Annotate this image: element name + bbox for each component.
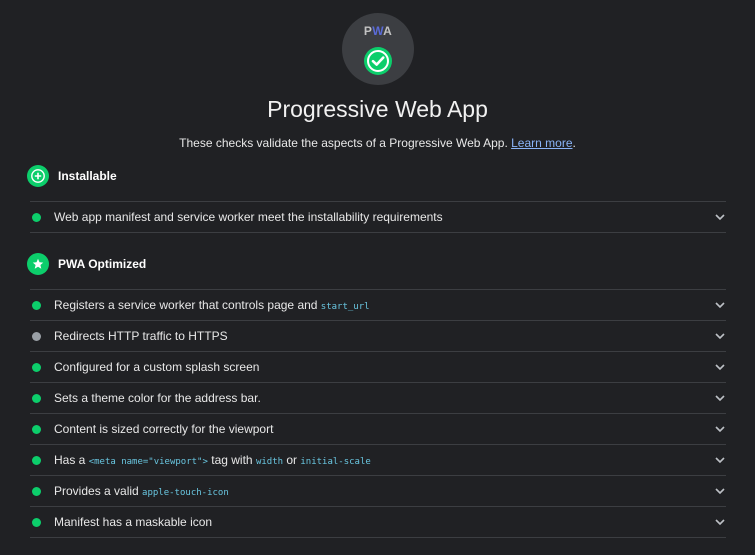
group-label-installable: Installable bbox=[58, 169, 117, 183]
audit-title: Provides a valid apple-touch-icon bbox=[54, 484, 229, 498]
installable-audit-list: Web app manifest and service worker meet… bbox=[30, 201, 726, 233]
audit-title: Web app manifest and service worker meet… bbox=[54, 210, 443, 224]
chevron-down-icon[interactable] bbox=[714, 393, 726, 403]
star-icon bbox=[27, 253, 49, 275]
pass-indicator bbox=[32, 362, 41, 372]
pass-indicator bbox=[32, 486, 41, 496]
audit-text: tag with bbox=[207, 453, 256, 467]
audit-text: Provides a valid bbox=[54, 484, 143, 498]
audit-title: Redirects HTTP traffic to HTTPS bbox=[54, 329, 228, 343]
pass-indicator bbox=[32, 424, 41, 434]
group-header-installable: Installable bbox=[27, 164, 117, 188]
group-label-pwa-optimized: PWA Optimized bbox=[58, 257, 147, 271]
audit-title: Configured for a custom splash screen bbox=[54, 360, 260, 374]
audit-text: Has a bbox=[54, 453, 89, 467]
learn-more-link[interactable]: Learn more bbox=[511, 136, 572, 150]
pwa-logo-letter-p: P bbox=[363, 24, 373, 38]
audit-title: Registers a service worker that controls… bbox=[54, 298, 370, 312]
audit-code: initial-scale bbox=[300, 457, 371, 467]
lighthouse-pwa-report: PWA Progressive Web App These checks val… bbox=[0, 0, 755, 555]
pwa-logo-letter-a: A bbox=[383, 24, 393, 38]
audit-title: Manifest has a maskable icon bbox=[54, 515, 213, 529]
chevron-down-icon[interactable] bbox=[714, 424, 726, 434]
description-period: . bbox=[572, 136, 576, 150]
pwa-optimized-audit-list: Registers a service worker that controls… bbox=[30, 289, 726, 538]
audit-row-service-worker[interactable]: Registers a service worker that controls… bbox=[30, 289, 726, 320]
chevron-down-icon[interactable] bbox=[714, 212, 726, 222]
chevron-down-icon[interactable] bbox=[714, 517, 726, 527]
audit-code: apple-touch-icon bbox=[142, 488, 229, 498]
pass-indicator bbox=[32, 300, 41, 310]
audit-row-redirects-http[interactable]: Redirects HTTP traffic to HTTPS bbox=[30, 320, 726, 351]
audit-row-installable-manifest[interactable]: Web app manifest and service worker meet… bbox=[30, 201, 726, 233]
audit-row-content-width[interactable]: Content is sized correctly for the viewp… bbox=[30, 413, 726, 444]
audit-title: Has a <meta name="viewport"> tag with wi… bbox=[54, 453, 371, 467]
category-description: These checks validate the aspects of a P… bbox=[0, 136, 755, 150]
chevron-down-icon[interactable] bbox=[714, 300, 726, 310]
chevron-down-icon[interactable] bbox=[714, 362, 726, 372]
audit-row-splash-screen[interactable]: Configured for a custom splash screen bbox=[30, 351, 726, 382]
pass-indicator bbox=[32, 212, 41, 222]
pass-indicator bbox=[32, 455, 41, 465]
group-header-pwa-optimized: PWA Optimized bbox=[27, 252, 146, 276]
chevron-down-icon[interactable] bbox=[714, 486, 726, 496]
audit-title: Content is sized correctly for the viewp… bbox=[54, 422, 274, 436]
audit-text: Registers a service worker that controls… bbox=[54, 298, 321, 312]
pass-indicator bbox=[32, 393, 41, 403]
audit-row-apple-touch-icon[interactable]: Provides a valid apple-touch-icon bbox=[30, 475, 726, 506]
audit-code: start_url bbox=[320, 302, 370, 312]
pwa-score-gauge[interactable]: PWA bbox=[342, 13, 414, 85]
audit-code: width bbox=[255, 457, 284, 467]
audit-row-maskable-icon[interactable]: Manifest has a maskable icon bbox=[30, 506, 726, 538]
not-applicable-indicator bbox=[32, 331, 41, 341]
audit-code: <meta name="viewport"> bbox=[88, 457, 208, 467]
pwa-logo-letter-w: W bbox=[372, 24, 384, 38]
pass-indicator bbox=[32, 517, 41, 527]
chevron-down-icon[interactable] bbox=[714, 455, 726, 465]
page-title: Progressive Web App bbox=[267, 96, 488, 122]
audit-title: Sets a theme color for the address bar. bbox=[54, 391, 261, 405]
chevron-down-icon[interactable] bbox=[714, 331, 726, 341]
audit-text: or bbox=[283, 453, 301, 467]
plus-icon bbox=[27, 165, 49, 187]
check-circle-icon bbox=[364, 47, 392, 75]
audit-row-theme-color[interactable]: Sets a theme color for the address bar. bbox=[30, 382, 726, 413]
pwa-logo: PWA bbox=[342, 25, 414, 37]
audit-row-viewport-meta[interactable]: Has a <meta name="viewport"> tag with wi… bbox=[30, 444, 726, 475]
description-text: These checks validate the aspects of a P… bbox=[179, 136, 508, 150]
